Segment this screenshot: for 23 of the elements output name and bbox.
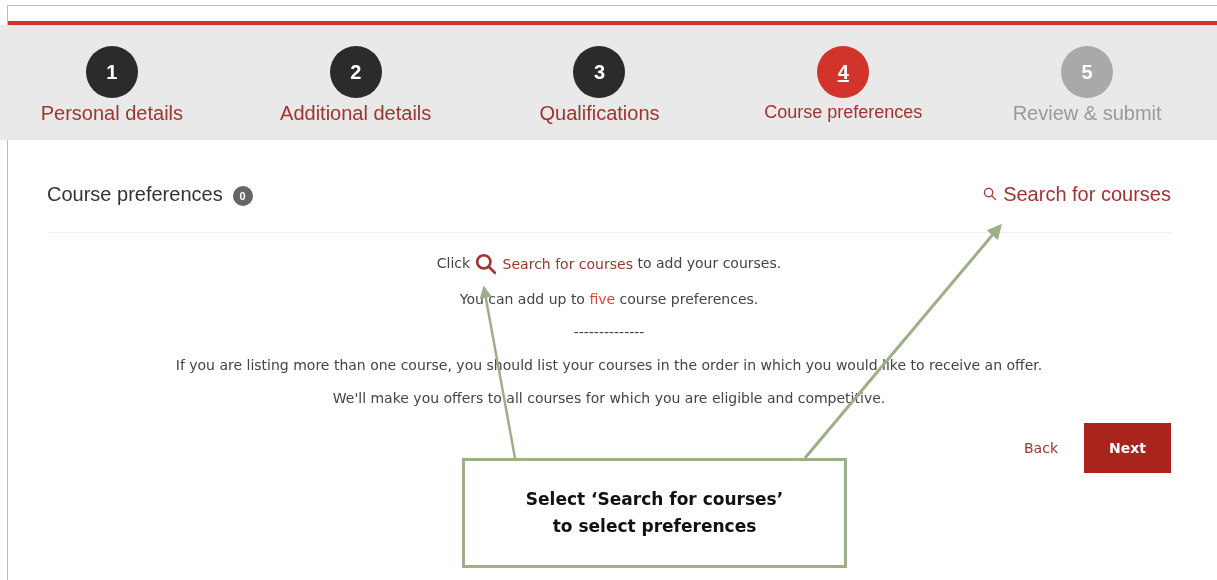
next-button[interactable]: Next	[1084, 423, 1171, 473]
back-button[interactable]: Back	[1024, 436, 1058, 460]
step-label: Course preferences	[764, 102, 923, 123]
callout-text: Select ‘Search for courses’	[525, 487, 784, 511]
callout-text: to select preferences	[552, 515, 757, 538]
search-link[interactable]: Search for courses	[983, 182, 1171, 206]
step-label: Review & submit	[1012, 102, 1162, 125]
step-label: Personal details	[40, 102, 184, 125]
search-icon	[983, 187, 998, 201]
separator-text: --------------	[573, 323, 645, 341]
instruction-text: You can add up to five course preferences.	[459, 290, 759, 308]
step-number: 4	[817, 46, 870, 98]
step-number: 2	[329, 46, 382, 98]
step-label: Additional details	[280, 102, 432, 125]
search-icon	[474, 253, 497, 275]
step-number: 1	[85, 46, 138, 98]
step-label: Qualifications	[539, 102, 660, 125]
instruction-text: Click Search for courses to add your courses.	[436, 253, 782, 275]
step-number: 5	[1061, 46, 1114, 98]
step-number: 3	[573, 46, 626, 98]
count-badge: 0	[232, 186, 253, 206]
search-link[interactable]: Search for courses	[474, 253, 633, 275]
section-title: Course preferences	[47, 182, 223, 206]
